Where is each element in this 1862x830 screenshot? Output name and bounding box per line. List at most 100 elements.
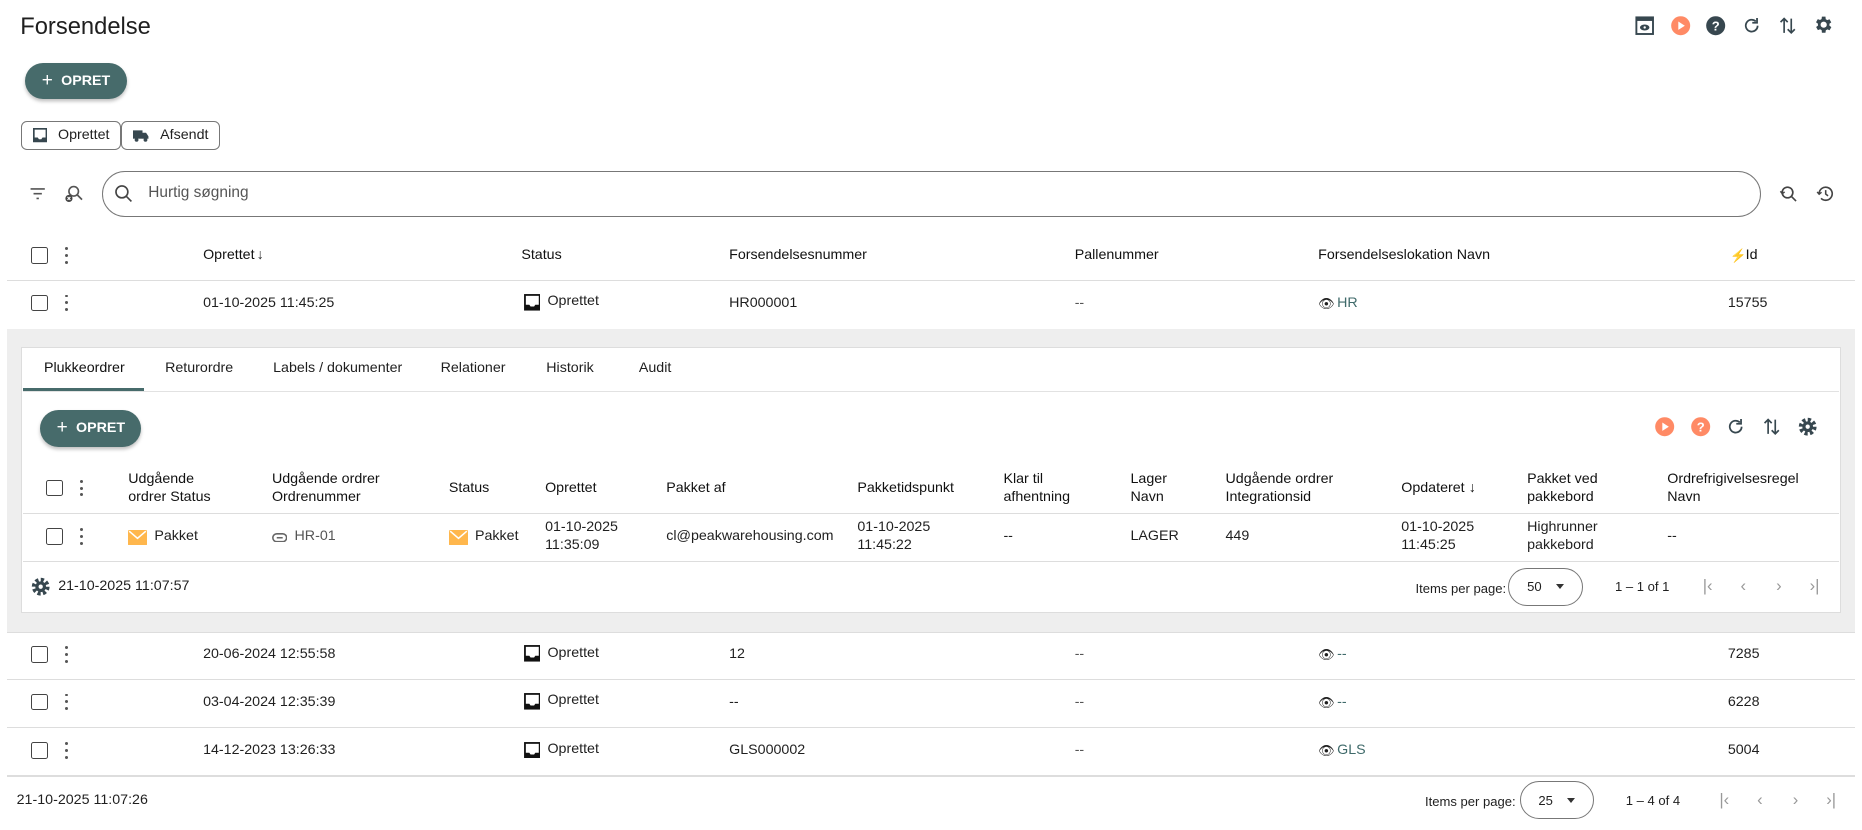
create-button[interactable]: + OPRET — [24, 62, 128, 99]
more-vert-icon[interactable] — [64, 247, 69, 264]
play-icon[interactable] — [1670, 15, 1691, 36]
clear-search-icon[interactable] — [63, 183, 84, 204]
detail-column-header-8[interactable]: Udgående ordrer Integrationsid — [1226, 471, 1334, 507]
cell-lokation-link[interactable]: -- — [1337, 646, 1347, 664]
detail-row-divider — [22, 560, 1840, 562]
column-header-4[interactable]: Forsendelseslokation Navn — [1318, 247, 1490, 265]
sort-desc-icon: ↓ — [256, 247, 264, 263]
page-range: 1 – 4 of 4 — [1625, 793, 1681, 809]
filter-chip-oprettet[interactable]: Oprettet — [21, 121, 122, 150]
detail-column-header-11[interactable]: Ordrefrigivelsesregel Navn — [1667, 471, 1798, 507]
search-field[interactable] — [102, 171, 1762, 218]
detail-column-header-2[interactable]: Status — [449, 480, 489, 498]
column-header-2[interactable]: Forsendelsesnummer — [729, 247, 867, 265]
package-status-icon — [128, 529, 148, 546]
settings-icon[interactable] — [1813, 14, 1834, 35]
detail-column-header-9[interactable]: Opdateret ↓ — [1401, 480, 1475, 498]
last-page-icon[interactable]: ›| — [1823, 790, 1840, 810]
search-input[interactable] — [148, 183, 1692, 202]
items-per-page-select[interactable]: 25 — [1520, 781, 1594, 820]
dropdown-arrow-icon — [1567, 797, 1576, 804]
eye-icon[interactable]: 👁 — [1318, 295, 1335, 313]
detail-cell-7: LAGER — [1131, 528, 1179, 546]
row-checkbox[interactable] — [30, 294, 48, 312]
detail-column-header-10[interactable]: Pakket ved pakkebord — [1527, 471, 1598, 507]
eye-icon[interactable]: 👁 — [1318, 694, 1335, 712]
detail-cell-1[interactable]: HR-01 — [271, 528, 336, 546]
detail-items-per-page-select[interactable]: 50 — [1508, 567, 1583, 606]
next-page-icon[interactable]: › — [1787, 790, 1804, 810]
tab-plukkeordrer[interactable]: Plukkeordrer — [44, 360, 125, 376]
tab-returordre[interactable]: Returordre — [165, 360, 233, 376]
more-vert-icon[interactable] — [64, 646, 69, 663]
preview-icon[interactable] — [1634, 15, 1655, 36]
filter-chip-afsendt[interactable]: Afsendt — [121, 121, 221, 150]
cell-lokation-link[interactable]: -- — [1337, 694, 1347, 712]
row-checkbox[interactable] — [30, 247, 48, 264]
cell-lokation-link[interactable]: HR — [1337, 295, 1358, 313]
column-header-3[interactable]: Pallenummer — [1075, 247, 1159, 265]
column-header-1[interactable]: Status — [521, 247, 561, 265]
cell-id: 7285 — [1727, 646, 1760, 662]
first-page-icon[interactable]: |‹ — [1716, 790, 1733, 810]
detail-items-per-page-label: Items per page: — [1415, 580, 1507, 596]
play-icon[interactable] — [1654, 416, 1675, 437]
status-cell: Oprettet — [523, 293, 599, 311]
status-cell: Oprettet — [523, 645, 599, 663]
search-reset-icon[interactable] — [1778, 183, 1799, 204]
row-checkbox[interactable] — [30, 646, 48, 663]
chip-label: Oprettet — [58, 127, 110, 144]
filter-icon[interactable] — [27, 183, 48, 204]
link-icon — [271, 532, 288, 543]
refresh-icon[interactable] — [1725, 416, 1746, 437]
more-vert-icon[interactable] — [80, 479, 85, 497]
detail-column-header-7[interactable]: Lager Navn — [1131, 471, 1167, 507]
last-page-icon[interactable]: ›| — [1806, 576, 1823, 596]
column-header-0[interactable]: Oprettet — [203, 247, 254, 265]
column-header-5[interactable]: Id — [1746, 247, 1758, 265]
detail-create-button[interactable]: + OPRET — [40, 409, 142, 447]
cell-oprettet: 14-12-2023 13:26:33 — [203, 742, 336, 759]
tab-audit[interactable]: Audit — [639, 360, 671, 376]
row-checkbox[interactable] — [46, 528, 63, 546]
eye-icon[interactable]: 👁 — [1318, 646, 1335, 664]
detail-column-header-6[interactable]: Klar til afhentning — [1003, 471, 1070, 507]
tab-labels-dokumenter[interactable]: Labels / dokumenter — [273, 360, 402, 376]
tab-relationer[interactable]: Relationer — [441, 360, 506, 376]
cell-line: 11:35:09 — [545, 536, 600, 553]
detail-cell-2: Pakket — [448, 528, 519, 546]
detail-column-header-4[interactable]: Pakket af — [666, 480, 725, 498]
row-checkbox[interactable] — [30, 742, 48, 759]
cell-lokation-link[interactable]: GLS — [1337, 742, 1366, 760]
history-icon[interactable] — [1815, 183, 1836, 204]
detail-column-header-1[interactable]: Udgående ordrer Ordrenummer — [272, 471, 380, 507]
row-checkbox[interactable] — [46, 479, 63, 497]
first-page-icon[interactable]: |‹ — [1699, 576, 1716, 596]
more-vert-icon[interactable] — [64, 294, 69, 312]
prev-page-icon[interactable]: ‹ — [1735, 576, 1752, 596]
more-vert-icon[interactable] — [80, 528, 85, 546]
next-page-icon[interactable]: › — [1771, 576, 1788, 596]
settings-icon[interactable] — [30, 576, 51, 597]
detail-column-header-5[interactable]: Pakketidspunkt — [857, 480, 954, 498]
more-vert-icon[interactable] — [64, 693, 69, 711]
row-checkbox[interactable] — [30, 693, 48, 711]
refresh-icon[interactable] — [1741, 15, 1762, 36]
settings-icon[interactable] — [1797, 416, 1818, 437]
detail-column-header-3[interactable]: Oprettet — [545, 480, 596, 498]
eye-icon[interactable]: 👁 — [1318, 742, 1335, 760]
truck-icon — [132, 130, 149, 143]
help-icon[interactable]: ? — [1705, 15, 1726, 36]
svg-text:?: ? — [1712, 19, 1720, 34]
tab-historik[interactable]: Historik — [546, 360, 594, 376]
prev-page-icon[interactable]: ‹ — [1752, 790, 1769, 810]
inbox-icon — [523, 741, 541, 759]
sort-icon[interactable] — [1777, 15, 1798, 36]
items-per-page-value: 25 — [1538, 792, 1553, 808]
header-line: Pakket af — [666, 479, 726, 496]
detail-column-header-0[interactable]: Udgående ordrer Status — [128, 471, 210, 507]
help-icon[interactable]: ? — [1690, 416, 1711, 437]
sort-icon[interactable] — [1761, 416, 1782, 437]
more-vert-icon[interactable] — [64, 742, 69, 759]
cell-line: 11:45:22 — [857, 536, 912, 553]
